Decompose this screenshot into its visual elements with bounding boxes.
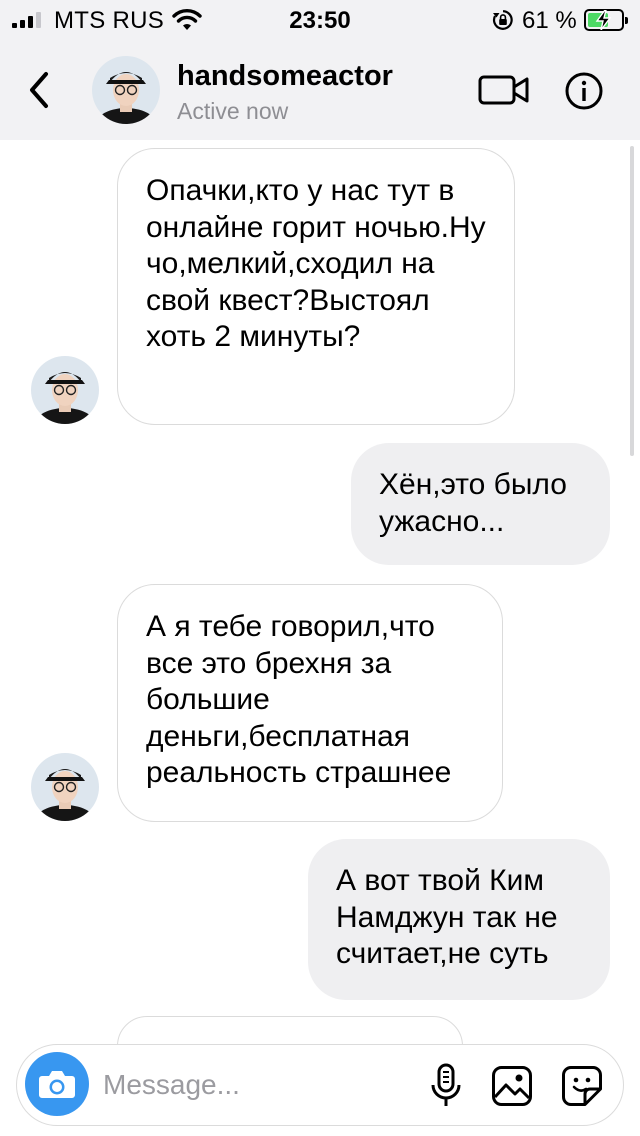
message-bubble-incoming[interactable]: А я тебе говорил,что все это брехня за б… <box>117 584 503 822</box>
message-composer <box>16 1044 624 1126</box>
scroll-indicator[interactable] <box>630 146 634 456</box>
sticker-icon[interactable] <box>561 1065 603 1107</box>
microphone-icon[interactable] <box>429 1063 463 1109</box>
message-bubble-incoming[interactable]: Опачки,кто у нас тут в онлайне горит ноч… <box>117 148 515 425</box>
sender-avatar[interactable] <box>31 356 99 424</box>
sender-avatar[interactable] <box>31 753 99 821</box>
camera-button[interactable] <box>25 1052 89 1116</box>
chat-header: handsomeactor Active now <box>0 40 640 140</box>
chat-username[interactable]: handsomeactor <box>177 60 393 93</box>
battery-charging-icon <box>584 9 628 31</box>
info-icon[interactable] <box>564 71 604 111</box>
gallery-icon[interactable] <box>491 1065 533 1107</box>
message-bubble-outgoing[interactable]: А вот твой Ким Намджун так не считает,не… <box>308 839 610 1000</box>
message-text: Опачки,кто у нас тут в онлайне горит ноч… <box>146 174 486 353</box>
video-call-icon[interactable] <box>478 72 530 108</box>
message-text: А я тебе говорил,что все это брехня за б… <box>146 610 452 789</box>
avatar[interactable] <box>92 56 160 124</box>
camera-icon <box>39 1071 75 1098</box>
presence-status: Active now <box>177 98 289 124</box>
message-text: А вот твой Ким Намджун так не считает,не… <box>336 864 558 970</box>
message-input[interactable] <box>103 1065 403 1105</box>
message-text: Хён,это было ужасно... <box>379 468 567 538</box>
battery-percent: 61 % <box>522 7 577 34</box>
back-chevron-icon[interactable] <box>20 68 60 112</box>
orientation-lock-icon <box>492 10 513 30</box>
status-bar: MTS RUS 23:50 61 % <box>0 0 640 40</box>
message-bubble-outgoing[interactable]: Хён,это было ужасно... <box>351 443 610 565</box>
